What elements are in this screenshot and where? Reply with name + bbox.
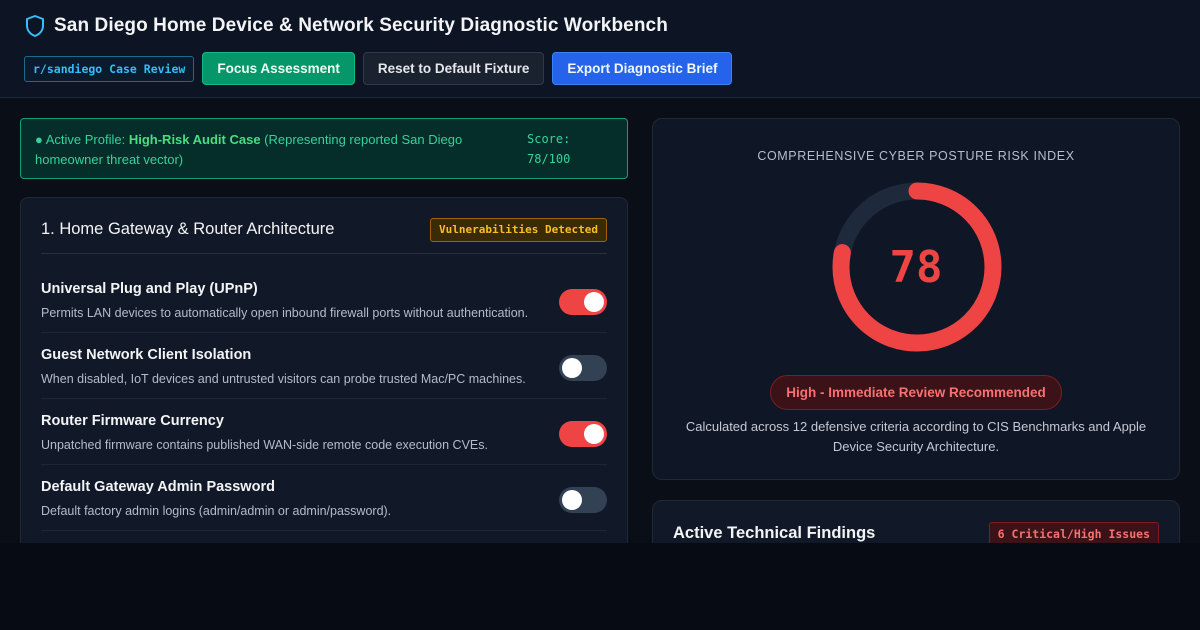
admin-password-toggle[interactable]: [559, 487, 607, 513]
title-row: San Diego Home Device & Network Security…: [24, 14, 668, 38]
risk-index-caption: COMPREHENSIVE CYBER POSTURE RISK INDEX: [757, 149, 1075, 163]
setting-name: Universal Plug and Play (UPnP): [41, 281, 258, 297]
toggle-knob: [562, 490, 582, 510]
page-background: [0, 543, 1200, 630]
setting-name: Default Gateway Admin Password: [41, 479, 275, 495]
vulnerabilities-badge: Vulnerabilities Detected: [430, 218, 607, 242]
export-brief-button[interactable]: Export Diagnostic Brief: [552, 52, 733, 85]
setting-name: Guest Network Client Isolation: [41, 347, 252, 363]
active-profile-banner: ● Active Profile: High-Risk Audit Case (…: [20, 118, 628, 179]
setting-description: Permits LAN devices to automatically ope…: [41, 306, 529, 320]
setting-row-firmware: Router Firmware Currency Unpatched firmw…: [41, 399, 607, 465]
toggle-knob: [584, 292, 604, 312]
setting-description: When disabled, IoT devices and untrusted…: [41, 372, 526, 386]
setting-name: Router Firmware Currency: [41, 413, 224, 429]
risk-calculation-note: Calculated across 12 defensive criteria …: [685, 419, 1147, 454]
panel-divider: [41, 253, 607, 254]
risk-level-badge: High - Immediate Review Recommended: [770, 375, 1062, 410]
setting-row-guest-isolation: Guest Network Client Isolation When disa…: [41, 333, 607, 399]
toggle-knob: [562, 358, 582, 378]
profile-score: Score: 78/100: [527, 132, 571, 166]
setting-row-upnp: Universal Plug and Play (UPnP) Permits L…: [41, 267, 607, 333]
gateway-panel: 1. Home Gateway & Router Architecture Vu…: [20, 197, 628, 557]
case-review-tag: r/sandiego Case Review: [24, 55, 195, 82]
firmware-toggle[interactable]: [559, 421, 607, 447]
profile-prefix: ● Active Profile:: [35, 132, 129, 147]
toggle-knob: [584, 424, 604, 444]
focus-assessment-button[interactable]: Focus Assessment: [202, 52, 355, 85]
reset-fixture-button[interactable]: Reset to Default Fixture: [362, 52, 545, 85]
setting-row-admin-password: Default Gateway Admin Password Default f…: [41, 465, 607, 531]
profile-name: High-Risk Audit Case: [128, 132, 261, 147]
findings-title: Active Technical Findings: [673, 524, 876, 542]
risk-score-value: 78: [889, 242, 943, 293]
upnp-toggle[interactable]: [559, 289, 607, 315]
app-header: San Diego Home Device & Network Security…: [0, 0, 1200, 98]
risk-index-panel: COMPREHENSIVE CYBER POSTURE RISK INDEX 7…: [652, 118, 1180, 480]
gateway-panel-title: 1. Home Gateway & Router Architecture: [41, 220, 335, 238]
guest-isolation-toggle[interactable]: [559, 355, 607, 381]
shield-icon: [24, 14, 46, 38]
app-title: San Diego Home Device & Network Security…: [54, 15, 668, 36]
setting-description: Unpatched firmware contains published WA…: [41, 438, 488, 452]
profile-text: ● Active Profile: High-Risk Audit Case (…: [35, 130, 505, 169]
toolbar: r/sandiego Case Review Focus Assessment …: [24, 52, 740, 85]
setting-description: Default factory admin logins (admin/admi…: [41, 504, 392, 518]
